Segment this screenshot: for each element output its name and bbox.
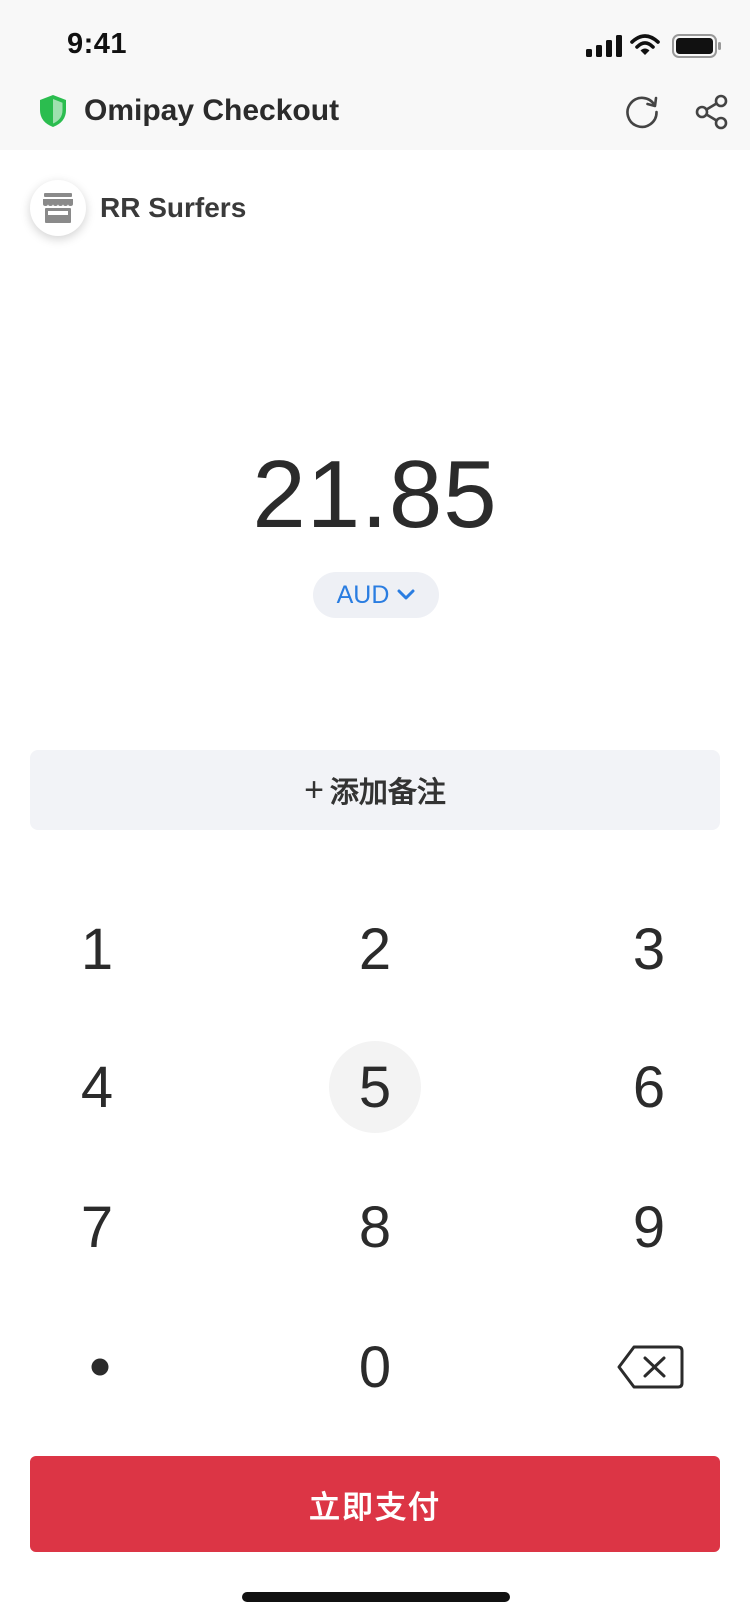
status-bar: 9:41 <box>0 0 750 88</box>
battery-icon <box>672 34 721 58</box>
add-note-button[interactable]: + 添加备注 <box>30 750 720 830</box>
currency-label: AUD <box>336 580 390 609</box>
wifi-icon <box>630 34 660 55</box>
shield-icon <box>40 95 66 127</box>
status-time: 9:41 <box>67 28 128 60</box>
key-6[interactable]: 6 <box>603 1041 695 1133</box>
refresh-button[interactable] <box>620 90 664 134</box>
key-4[interactable]: 4 <box>51 1041 143 1133</box>
key-decimal-point[interactable] <box>54 1321 146 1413</box>
currency-selector[interactable]: AUD <box>313 572 439 618</box>
pay-now-button[interactable]: 立即支付 <box>30 1456 720 1552</box>
backspace-icon <box>617 1345 684 1389</box>
key-9[interactable]: 9 <box>603 1181 695 1273</box>
home-indicator <box>242 1592 510 1602</box>
amount-display: 21.85 <box>252 441 498 548</box>
merchant-avatar <box>30 180 86 236</box>
store-icon <box>43 193 73 223</box>
backspace-button[interactable] <box>604 1321 696 1413</box>
add-note-label: 添加备注 <box>329 777 446 809</box>
key-0[interactable]: 0 <box>329 1321 421 1413</box>
key-2[interactable]: 2 <box>329 903 421 995</box>
plus-icon: + <box>304 770 324 809</box>
nav-bar: Omipay Checkout <box>0 88 750 150</box>
key-3[interactable]: 3 <box>603 903 695 995</box>
share-icon <box>695 94 728 130</box>
share-button[interactable] <box>690 90 734 134</box>
pay-now-label: 立即支付 <box>309 1489 441 1525</box>
key-1[interactable]: 1 <box>51 903 143 995</box>
merchant-name: RR Surfers <box>100 192 247 223</box>
refresh-icon <box>626 96 658 129</box>
chevron-down-icon <box>397 589 415 600</box>
cellular-signal-icon <box>586 35 622 57</box>
merchant-header: RR Surfers <box>30 180 246 236</box>
decimal-point-icon <box>91 1358 109 1376</box>
key-7[interactable]: 7 <box>51 1181 143 1273</box>
key-8[interactable]: 8 <box>329 1181 421 1273</box>
page-title: Omipay Checkout <box>84 94 340 127</box>
key-5[interactable]: 5 <box>329 1041 421 1133</box>
